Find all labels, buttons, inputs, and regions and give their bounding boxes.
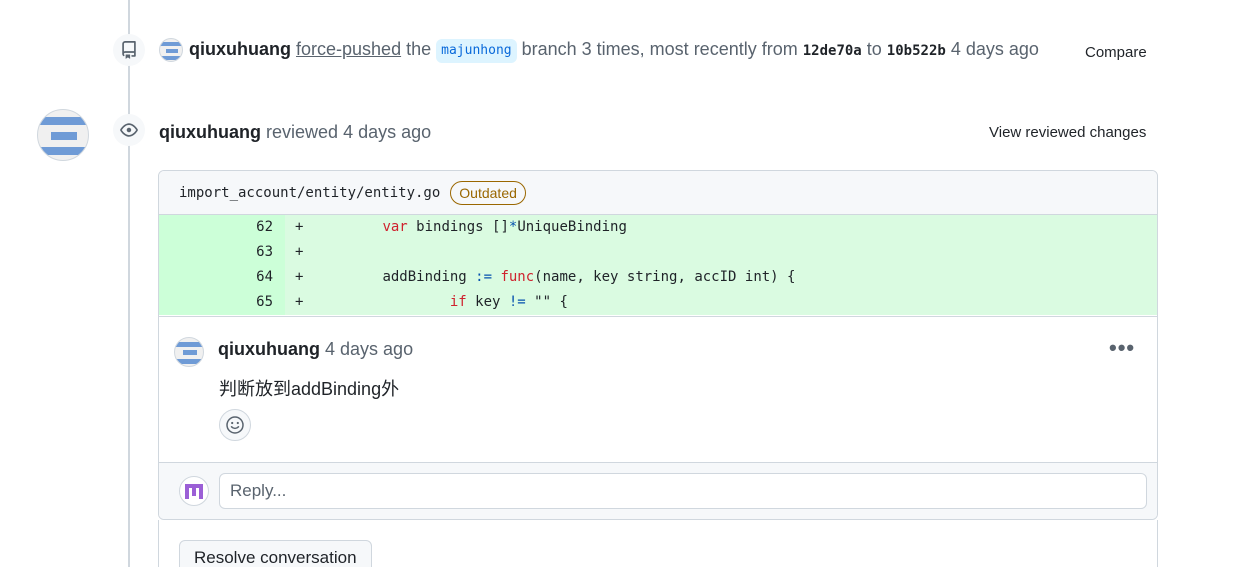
file-path-link[interactable]: import_account/entity/entity.go: [179, 185, 440, 201]
code-token: bindings []: [407, 219, 509, 235]
code-line: addBinding := func(name, key string, acc…: [315, 265, 795, 290]
timeline-line: [128, 0, 130, 567]
reply-area: [159, 462, 1157, 519]
eye-icon: [113, 114, 145, 146]
view-reviewed-changes-button[interactable]: View reviewed changes: [989, 124, 1146, 141]
diff-row: 65 + if key != "" {: [159, 290, 1157, 315]
line-number[interactable]: 63: [159, 240, 285, 265]
review-event-text: qiuxuhuang reviewed 4 days ago: [159, 120, 431, 144]
current-user-avatar[interactable]: [179, 476, 209, 506]
reply-input[interactable]: [219, 473, 1147, 509]
diff-sign: +: [295, 269, 304, 285]
author-link[interactable]: qiuxuhuang: [159, 122, 261, 142]
commit-sha-link[interactable]: 10b522b: [887, 43, 946, 59]
code-token: !=: [508, 294, 526, 310]
line-number[interactable]: 62: [159, 215, 285, 240]
diff-sign: +: [295, 294, 304, 310]
timestamp[interactable]: 4 days ago: [951, 39, 1039, 59]
diff-table: 62 + var bindings []*UniqueBinding 63 +64 + …: [159, 215, 1157, 315]
code-token: var: [382, 219, 408, 235]
diff-row: 63 +: [159, 240, 1157, 265]
force-pushed-link[interactable]: force-pushed: [296, 39, 401, 59]
comment-header: qiuxuhuang 4 days ago: [218, 339, 413, 360]
file-header: import_account/entity/entity.go Outdated: [159, 171, 1157, 215]
code-token: (name, key string, accID int) {: [534, 269, 796, 285]
diff-row: 64 + addBinding := func(name, key string,…: [159, 265, 1157, 290]
code-line: var bindings []*UniqueBinding: [315, 215, 627, 240]
resolve-area: Resolve conversation: [158, 520, 1158, 567]
kebab-menu-icon[interactable]: •••: [1109, 337, 1135, 359]
line-number[interactable]: 64: [159, 265, 285, 290]
timestamp[interactable]: 4 days ago: [343, 122, 431, 142]
add-reaction-button[interactable]: [219, 409, 251, 441]
outdated-badge: Outdated: [450, 180, 526, 205]
comment-body: 判断放到addBinding外: [219, 379, 400, 399]
push-event-text: qiuxuhuang force-pushed the majunhong br…: [189, 37, 1039, 63]
author-link[interactable]: qiuxuhuang: [189, 39, 291, 59]
branch-label[interactable]: majunhong: [436, 39, 517, 63]
diff-sign: +: [295, 219, 304, 235]
event-text: the: [406, 39, 432, 59]
event-text: branch 3 times, most recently from: [521, 39, 798, 59]
event-text: reviewed: [266, 122, 339, 142]
code-token: "" {: [525, 294, 568, 310]
event-text: to: [866, 39, 882, 59]
avatar[interactable]: [159, 38, 183, 62]
review-comment: qiuxuhuang 4 days ago ••• 判断放到addBinding…: [159, 316, 1157, 462]
code-token: UniqueBinding: [517, 219, 627, 235]
review-thread: import_account/entity/entity.go Outdated…: [158, 170, 1158, 520]
timestamp[interactable]: 4 days ago: [325, 339, 413, 359]
compare-button[interactable]: Compare: [1085, 44, 1147, 61]
code-line: if key != "" {: [315, 290, 568, 315]
code-token: if: [449, 294, 467, 310]
code-token: key: [466, 294, 509, 310]
smiley-icon: [226, 416, 244, 434]
diff-row: 62 + var bindings []*UniqueBinding: [159, 215, 1157, 240]
code-token: addBinding: [382, 269, 476, 285]
diff-sign: +: [295, 244, 304, 260]
code-token: :=: [475, 269, 493, 285]
line-number[interactable]: 65: [159, 290, 285, 315]
author-link[interactable]: qiuxuhuang: [218, 339, 320, 359]
avatar[interactable]: [174, 337, 204, 367]
avatar[interactable]: [37, 109, 89, 161]
resolve-conversation-button[interactable]: Resolve conversation: [179, 540, 372, 567]
commit-sha-link[interactable]: 12de70a: [803, 43, 862, 59]
repo-push-icon: [113, 34, 145, 66]
code-token: func: [500, 269, 535, 285]
